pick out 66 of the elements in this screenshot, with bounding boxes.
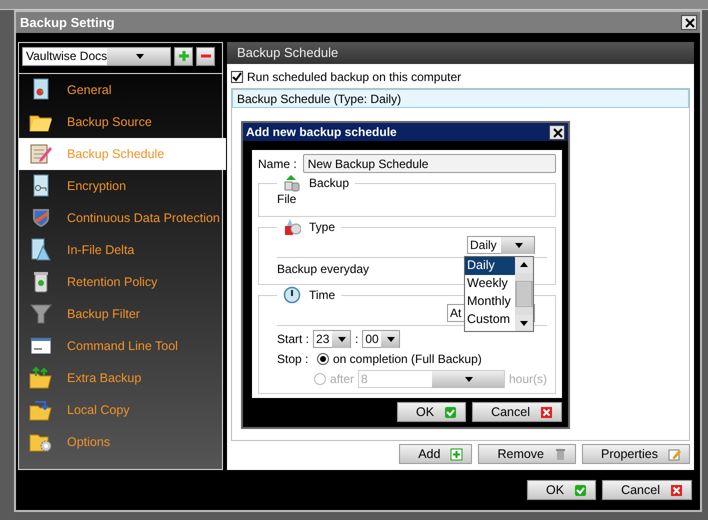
add-button[interactable]: Add: [399, 444, 472, 464]
scroll-down-icon[interactable]: [515, 315, 533, 331]
dropdown-option[interactable]: Weekly: [465, 275, 515, 293]
folder-upload-icon: [29, 366, 53, 390]
name-field[interactable]: New Backup Schedule: [302, 154, 556, 173]
sidebar-item[interactable]: Extra Backup: [19, 362, 222, 394]
minute-dropdown[interactable]: 00: [362, 330, 400, 348]
plus-icon: [178, 50, 190, 62]
dropdown-option[interactable]: Daily: [465, 257, 515, 275]
cancel-button[interactable]: Cancel: [472, 402, 562, 422]
schedule-list-item[interactable]: Backup Schedule (Type: Daily): [232, 88, 689, 108]
check-icon: [444, 406, 458, 418]
window-title: Backup Setting: [20, 14, 115, 30]
check-icon: [574, 484, 588, 496]
stop-label: Stop :: [277, 352, 310, 366]
cancel-button[interactable]: Cancel: [602, 480, 692, 500]
trash-icon: [554, 448, 568, 460]
ok-button[interactable]: OK: [527, 480, 596, 500]
triangle-document-icon: [29, 238, 53, 262]
sidebar-item[interactable]: Command Line Tool: [19, 330, 222, 362]
section-title: Time: [309, 287, 336, 303]
add-button[interactable]: [174, 46, 193, 66]
close-button[interactable]: [681, 14, 697, 30]
type-description: Backup everyday: [277, 262, 370, 276]
name-label: Name :: [258, 156, 297, 170]
sidebar-item[interactable]: Continuous Data Protection: [19, 202, 222, 234]
funnel-icon: [29, 302, 53, 326]
sidebar-item[interactable]: Encryption: [19, 170, 222, 202]
ok-button[interactable]: OK: [397, 402, 466, 422]
type-dropdown[interactable]: Daily: [467, 236, 535, 254]
hour-dropdown[interactable]: 23: [313, 330, 352, 348]
sidebar-item[interactable]: Retention Policy: [19, 266, 222, 298]
run-scheduled-checkbox[interactable]: Run scheduled backup on this computer: [227, 64, 694, 88]
shapes-icon: [283, 218, 301, 236]
sidebar-item[interactable]: Backup Filter: [19, 298, 222, 330]
profile-dropdown[interactable]: Vaultwise Docs: [22, 46, 171, 66]
clock-icon: [283, 286, 301, 304]
section-title: Backup: [309, 175, 350, 191]
remove-button[interactable]: [196, 46, 215, 66]
sidebar-item[interactable]: General: [19, 74, 222, 106]
close-button[interactable]: [549, 124, 565, 140]
radio-option[interactable]: on completion (Full Backup): [317, 349, 482, 369]
boxes-arrow-icon: [283, 174, 301, 192]
sidebar-item[interactable]: Local Copy: [19, 394, 222, 426]
sidebar-item[interactable]: Backup Source: [19, 106, 222, 138]
panel-header: Backup Schedule: [227, 42, 694, 64]
plus-icon: [450, 448, 464, 460]
time-separator: :: [355, 332, 358, 346]
checkmark-icon: [232, 72, 242, 82]
section-title: Type: [309, 219, 336, 235]
notepad-pencil-icon: [29, 142, 53, 166]
unit-label: hour(s): [508, 372, 547, 386]
backup-type-value: File: [277, 192, 298, 206]
scroll-up-icon[interactable]: [515, 257, 533, 273]
properties-button[interactable]: Properties: [582, 444, 690, 464]
dialog-title: Add new backup schedule: [246, 125, 397, 139]
dropdown-option[interactable]: Custom: [465, 311, 515, 329]
scrollbar[interactable]: [515, 257, 533, 331]
dropdown-option[interactable]: Monthly: [465, 293, 515, 311]
pencil-icon: [668, 448, 681, 460]
sidebar-item[interactable]: In-File Delta: [19, 234, 222, 266]
close-icon: [670, 484, 683, 496]
scroll-thumb[interactable]: [515, 281, 533, 307]
remove-button[interactable]: Remove: [478, 444, 576, 464]
close-icon: [540, 406, 553, 418]
start-label: Start :: [277, 332, 310, 346]
